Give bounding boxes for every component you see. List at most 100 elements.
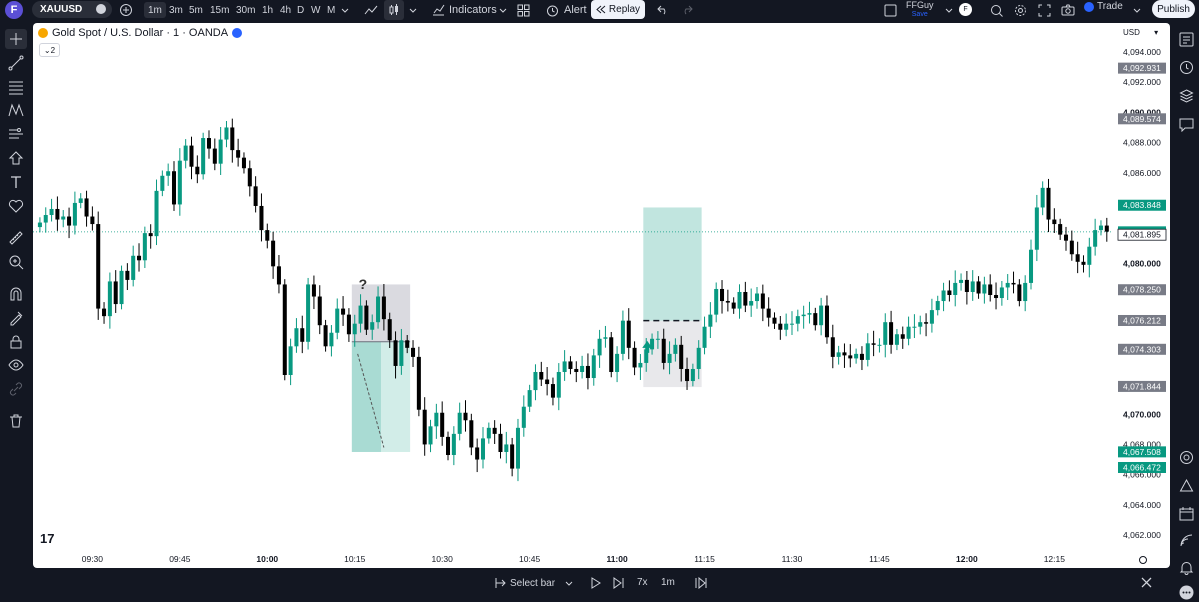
close-icon[interactable] xyxy=(1141,577,1152,588)
signal-icon[interactable] xyxy=(1176,530,1196,550)
replay-interval-button[interactable]: 1m xyxy=(661,577,675,588)
candle xyxy=(924,322,929,324)
line-chart-icon[interactable] xyxy=(364,0,378,20)
candle xyxy=(708,314,713,327)
ruler-icon[interactable] xyxy=(5,228,27,248)
app-logo[interactable]: F xyxy=(5,1,23,19)
target-icon[interactable] xyxy=(1176,447,1196,467)
layers-icon[interactable] xyxy=(1176,85,1196,105)
quick-search-icon[interactable] xyxy=(990,0,1003,20)
time-tick-label: 10:15 xyxy=(344,554,366,564)
zoom-in-icon[interactable] xyxy=(5,252,27,272)
candle xyxy=(970,281,975,292)
redo-icon[interactable] xyxy=(681,0,693,20)
price-label-gray: 4,089.574 xyxy=(1123,114,1161,124)
avatar[interactable]: F xyxy=(959,3,972,16)
time-tick-label: 10:00 xyxy=(256,554,278,564)
fib-retracement-icon[interactable] xyxy=(5,77,27,97)
text-icon[interactable] xyxy=(5,172,27,192)
chat-icon[interactable] xyxy=(1176,114,1196,134)
timeframe-30m[interactable]: 30m xyxy=(236,2,255,18)
lock-icon[interactable] xyxy=(5,332,27,352)
price-tick-label: 4,080.000 xyxy=(1123,258,1161,268)
axis-settings-gear-icon[interactable] xyxy=(1139,556,1147,564)
timeframe-3m[interactable]: 3m xyxy=(169,2,183,18)
compare-icon[interactable] xyxy=(96,4,106,14)
timeframe-5m[interactable]: 5m xyxy=(189,2,203,18)
hide-drawings-icon[interactable] xyxy=(5,355,27,375)
timeframe-M[interactable]: M xyxy=(327,2,335,18)
candle xyxy=(230,127,235,151)
trade-button[interactable]: Trade xyxy=(1084,1,1123,12)
timeframe-15m[interactable]: 15m xyxy=(210,2,229,18)
ideas-icon[interactable] xyxy=(1176,475,1196,495)
replay-speed-button[interactable]: 7x xyxy=(637,577,648,588)
alert-button[interactable]: Alert xyxy=(546,0,587,20)
fullscreen-icon[interactable] xyxy=(1038,0,1051,20)
forecast-icon[interactable] xyxy=(5,124,27,144)
candle xyxy=(259,205,264,231)
save-label[interactable]: Save xyxy=(906,10,934,19)
watchlist-icon[interactable] xyxy=(1176,29,1196,49)
price-chart[interactable]: ?4,094.0004,092.0004,090.0004,088.0004,0… xyxy=(33,23,1170,568)
publish-button[interactable]: Publish xyxy=(1152,0,1195,18)
currency-selector[interactable]: USD ▾ xyxy=(1123,28,1158,37)
candle xyxy=(311,284,316,297)
timeframe-1m[interactable]: 1m xyxy=(144,2,166,18)
price-label-green: 4,083.848 xyxy=(1123,200,1161,210)
select-bar-button[interactable]: Select bar xyxy=(494,577,573,589)
indicators-collapse-button[interactable]: ⌄ 2 xyxy=(39,43,60,57)
step-forward-icon[interactable] xyxy=(613,577,624,589)
stay-in-drawing-mode-icon[interactable] xyxy=(5,308,27,328)
brush-icon[interactable] xyxy=(5,148,27,168)
jump-to-realtime-icon[interactable] xyxy=(695,577,707,589)
timeframe-W[interactable]: W xyxy=(311,2,320,18)
link-icon[interactable] xyxy=(5,379,27,399)
symbol-search[interactable]: XAUUSD xyxy=(32,1,112,18)
candle xyxy=(999,287,1004,299)
candle xyxy=(743,291,748,306)
timeframe-D[interactable]: D xyxy=(297,2,304,18)
timeframe-1h[interactable]: 1h xyxy=(262,2,273,18)
indicator-count: 2 xyxy=(50,45,56,55)
crosshair-icon[interactable] xyxy=(5,29,27,49)
price-label-green: 4,066.472 xyxy=(1123,463,1161,473)
chart-canvas[interactable]: ? 4,094.000 4,092.000 4,090.000 4,088.000 4,0… xyxy=(33,23,1170,568)
tradingview-logo[interactable]: 17 xyxy=(40,531,54,546)
camera-icon[interactable] xyxy=(1061,0,1075,20)
candle xyxy=(1098,225,1103,231)
candle xyxy=(679,344,684,369)
candle xyxy=(271,240,276,267)
user-dropdown-icon[interactable] xyxy=(945,0,953,20)
add-symbol-icon[interactable] xyxy=(119,0,133,20)
candles-icon[interactable] xyxy=(384,0,404,20)
replay-button[interactable]: Replay xyxy=(591,0,645,19)
candle xyxy=(148,233,153,237)
chart-type-dropdown-icon[interactable] xyxy=(409,0,417,20)
trade-dropdown-icon[interactable] xyxy=(1133,0,1141,20)
alerts-clock-icon[interactable] xyxy=(1176,57,1196,77)
trash-icon[interactable] xyxy=(5,411,27,431)
fullscreen-square-icon[interactable] xyxy=(884,0,897,20)
calendar-icon[interactable] xyxy=(1176,503,1196,523)
timeframe-dropdown-icon[interactable] xyxy=(341,0,349,20)
indicators-button[interactable]: Indicators xyxy=(432,0,497,20)
pattern-icon[interactable] xyxy=(5,100,27,120)
select-bar-label: Select bar xyxy=(510,577,556,589)
trend-line-icon[interactable] xyxy=(5,53,27,73)
user-menu[interactable]: FFGuy Save xyxy=(906,1,934,19)
layouts-icon[interactable] xyxy=(517,0,530,20)
heart-icon[interactable] xyxy=(5,196,27,216)
candle xyxy=(533,371,538,391)
undo-icon[interactable] xyxy=(657,0,669,20)
indicators-dropdown-icon[interactable] xyxy=(499,0,507,20)
notifications-bell-icon[interactable] xyxy=(1176,557,1196,577)
settings-gear-icon[interactable] xyxy=(1014,0,1027,20)
candle xyxy=(615,353,620,372)
price-tick-label: 4,086.000 xyxy=(1123,168,1161,178)
play-icon[interactable] xyxy=(590,577,601,589)
timeframe-4h[interactable]: 4h xyxy=(280,2,291,18)
candle xyxy=(55,208,60,220)
help-icon[interactable] xyxy=(1176,582,1196,602)
magnet-icon[interactable] xyxy=(5,284,27,304)
